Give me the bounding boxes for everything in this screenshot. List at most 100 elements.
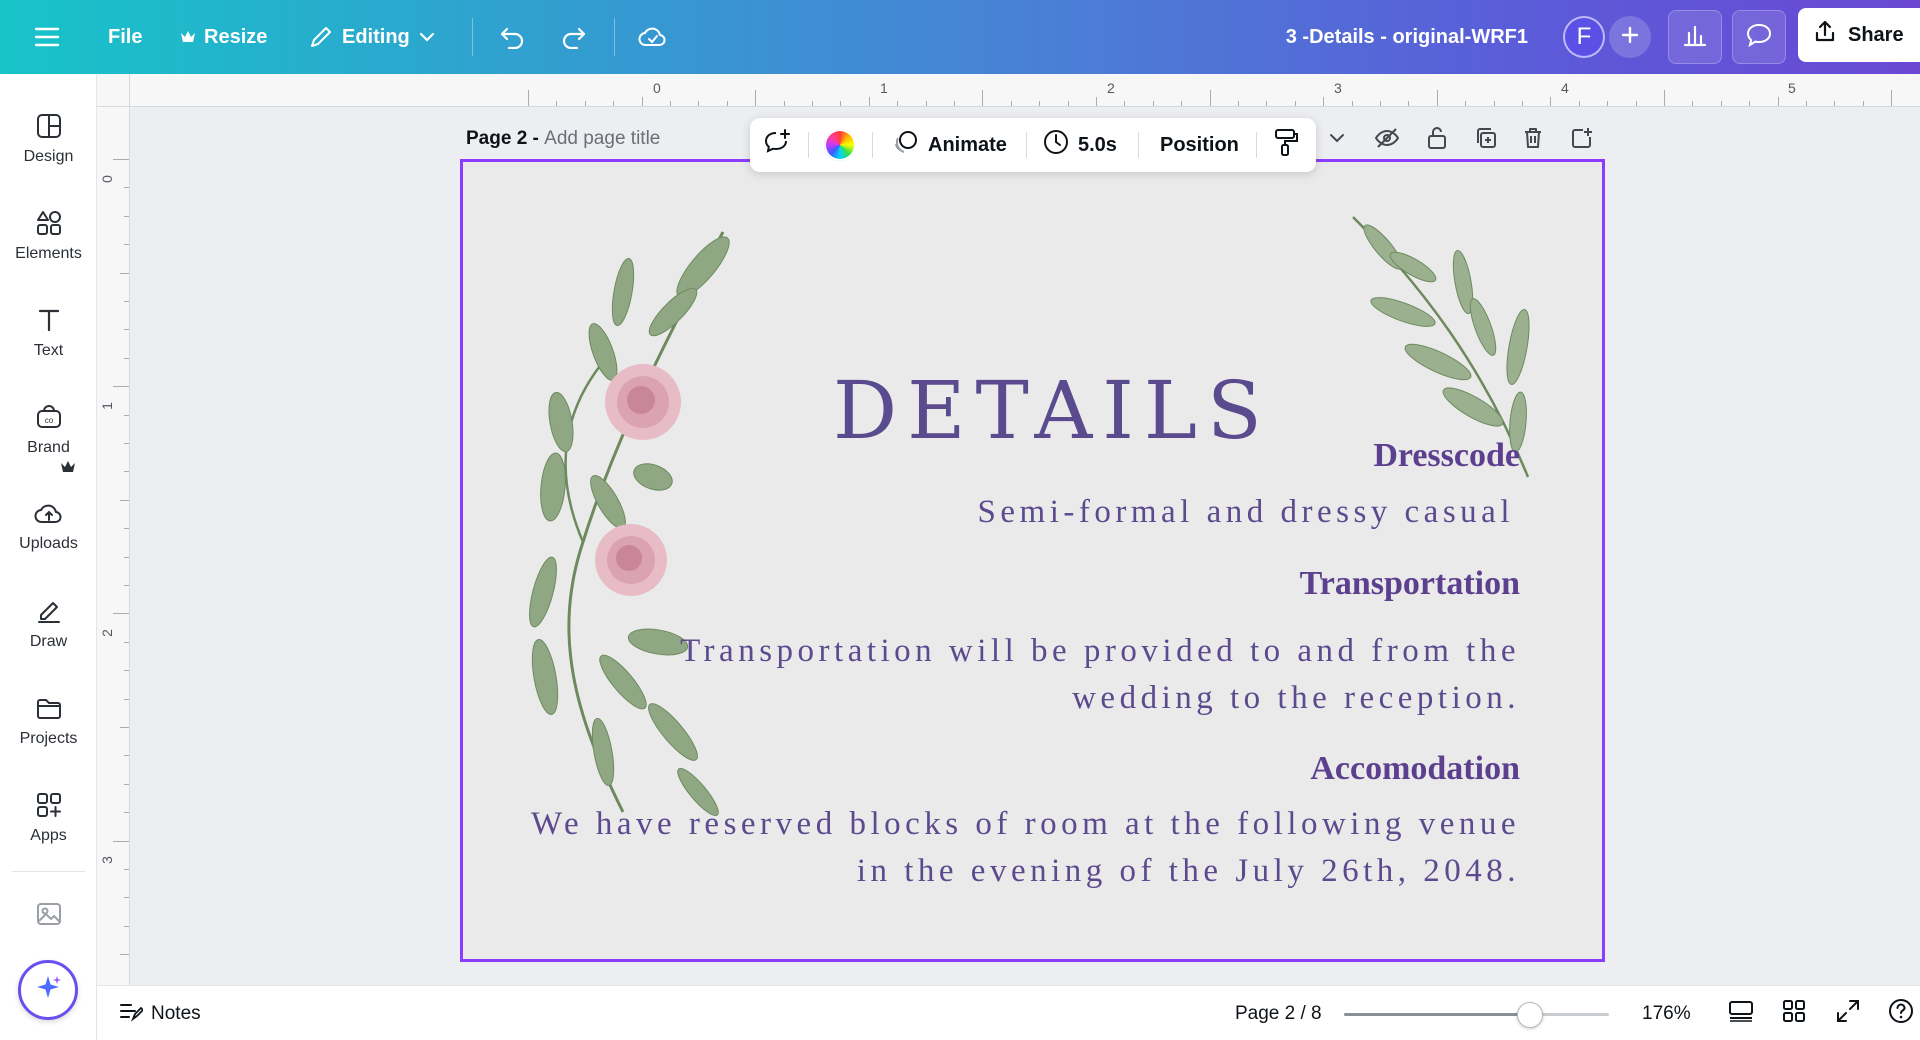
ruler-tick [1238, 101, 1239, 106]
ruler-tick [1436, 90, 1438, 106]
ruler-tick [1493, 101, 1495, 106]
add-page-button[interactable] [1570, 122, 1594, 158]
dresscode-text-line[interactable]: Semi-formal and dressy casual [978, 489, 1514, 536]
details-heading[interactable]: DETAILS [833, 364, 1262, 457]
ruler-tick [755, 90, 757, 106]
fullscreen-button[interactable] [1835, 986, 1861, 1040]
add-comment-button[interactable] [762, 118, 792, 172]
ruler-tick [1408, 101, 1410, 106]
ruler-label: 3 [1334, 80, 1342, 96]
duplicate-page-button[interactable] [1474, 122, 1498, 158]
chevron-down-icon [418, 31, 436, 43]
file-menu-label: File [108, 25, 143, 48]
ruler-tick [1152, 101, 1154, 106]
page-indicator[interactable]: Page 2 / 8 [1235, 986, 1322, 1040]
pencil-icon [308, 24, 334, 50]
share-button[interactable]: Share [1798, 8, 1920, 62]
document-title[interactable]: 3 -Details - original-WRF1 [1286, 0, 1528, 74]
ruler-tick [1067, 101, 1069, 106]
ruler-tick [1124, 101, 1126, 106]
resize-button[interactable]: Resize [180, 0, 267, 74]
sidebar-item-media[interactable] [0, 884, 97, 944]
hide-page-button[interactable] [1374, 122, 1400, 158]
notes-button[interactable]: Notes [117, 986, 201, 1040]
copy-style-button[interactable] [1272, 118, 1300, 172]
ruler-tick [1209, 90, 1211, 106]
zoom-slider-thumb[interactable] [1517, 1002, 1543, 1028]
ruler-tick [124, 414, 129, 416]
sidebar-item-design[interactable]: Design [0, 94, 97, 184]
sidebar-item-elements[interactable]: Elements [0, 191, 97, 281]
zoom-slider[interactable] [1344, 1002, 1609, 1028]
duration-button[interactable]: 5.0s [1042, 118, 1117, 172]
dresscode-title[interactable]: Dresscode [1373, 437, 1520, 475]
accomodation-text-line[interactable]: We have reserved blocks of room at the f… [531, 801, 1520, 848]
position-button[interactable]: Position [1160, 118, 1239, 172]
ruler-label: 1 [880, 80, 888, 96]
accomodation-text-line[interactable]: in the evening of the July 26th, 2048. [857, 848, 1520, 895]
insights-button[interactable] [1668, 10, 1722, 64]
redo-button[interactable] [560, 0, 588, 74]
sidebar-item-uploads[interactable]: Uploads [0, 482, 97, 572]
ruler-tick [113, 613, 129, 615]
zoom-level[interactable]: 176% [1642, 986, 1691, 1040]
cloud-check-icon [638, 25, 668, 49]
notes-icon [117, 999, 145, 1029]
animate-icon [892, 128, 920, 162]
uploads-icon [34, 501, 64, 527]
floral-illustration-left[interactable] [513, 212, 743, 832]
filmstrip-icon [1727, 999, 1755, 1029]
delete-page-button[interactable] [1522, 122, 1544, 158]
cloud-save-status[interactable] [638, 0, 668, 74]
file-menu-button[interactable]: File [108, 0, 142, 74]
toolbar-divider [808, 132, 809, 158]
ruler-tick [1749, 101, 1751, 106]
main-menu-button[interactable] [34, 0, 60, 74]
page-title-bar[interactable]: Page 2 - Add page title [466, 128, 660, 150]
magic-assistant-button[interactable] [18, 960, 78, 1020]
position-label: Position [1160, 133, 1239, 156]
ruler-tick [1266, 101, 1268, 106]
avatar[interactable]: F [1563, 16, 1605, 58]
sidebar-item-draw[interactable]: Draw [0, 579, 97, 669]
ruler-tick [124, 556, 129, 558]
add-collaborator-button[interactable] [1609, 16, 1651, 58]
sidebar-item-brand[interactable]: co Brand [0, 385, 97, 475]
page-title-placeholder[interactable]: Add page title [544, 128, 660, 149]
ruler-tick [113, 840, 129, 842]
duration-label: 5.0s [1078, 133, 1117, 156]
undo-button[interactable] [498, 0, 526, 74]
expand-icon [1835, 998, 1861, 1030]
transportation-text-line[interactable]: wedding to the reception. [1072, 675, 1520, 722]
collapse-page-button[interactable] [1326, 122, 1348, 158]
page-list-view-button[interactable] [1727, 986, 1755, 1040]
sidebar-item-label: Brand [27, 439, 70, 456]
resize-label: Resize [204, 25, 268, 48]
crown-icon [180, 30, 196, 44]
accomodation-title[interactable]: Accomodation [1310, 750, 1520, 788]
sidebar-item-apps[interactable]: Apps [0, 773, 97, 863]
ruler-tick [613, 101, 615, 106]
svg-text:co: co [44, 416, 53, 425]
design-page[interactable]: DETAILS Dresscode Semi-formal and dressy… [460, 159, 1605, 962]
ruler-tick [1096, 97, 1097, 106]
sidebar-item-text[interactable]: Text [0, 288, 97, 378]
lock-page-button[interactable] [1426, 122, 1448, 158]
chevron-down-icon [1326, 127, 1348, 154]
sidebar-item-projects[interactable]: Projects [0, 676, 97, 766]
background-color-button[interactable] [824, 118, 856, 172]
ruler-tick [982, 90, 984, 106]
comments-button[interactable] [1732, 10, 1786, 64]
ruler-tick [124, 301, 129, 302]
animate-button[interactable]: Animate [892, 118, 1007, 172]
ruler-tick [1692, 101, 1694, 106]
help-button[interactable] [1887, 986, 1915, 1040]
sidebar-divider [12, 871, 85, 872]
ruler-tick [584, 101, 586, 106]
transportation-title[interactable]: Transportation [1300, 565, 1520, 603]
ruler-tick [1664, 90, 1665, 106]
editing-mode-button[interactable]: Editing [308, 0, 436, 74]
transportation-text-line[interactable]: Transportation will be provided to and f… [680, 628, 1520, 675]
ruler-tick [1010, 101, 1012, 106]
grid-view-button[interactable] [1781, 986, 1807, 1040]
